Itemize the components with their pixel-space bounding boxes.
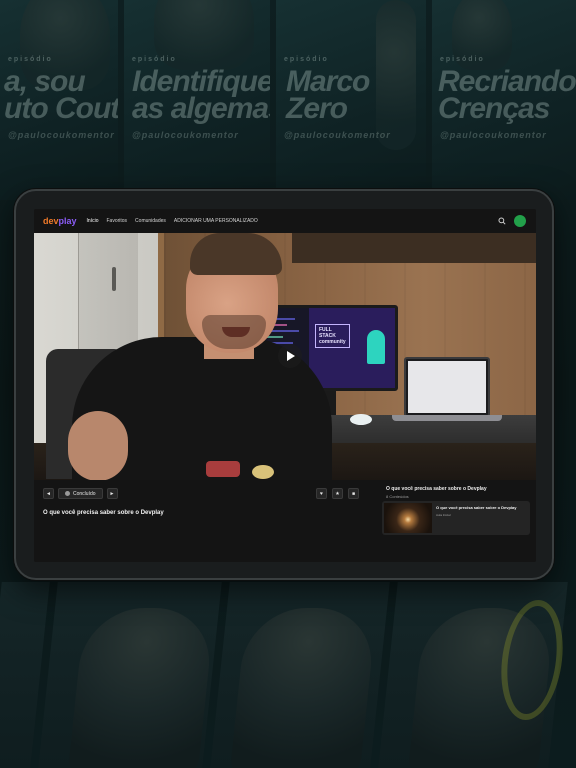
video-scene-laptop <box>404 357 490 417</box>
user-avatar[interactable] <box>514 215 526 227</box>
promo-thumb: episódio Identifique as algemas @pauloco… <box>124 0 270 200</box>
shirt-print-badge <box>252 465 274 479</box>
search-icon[interactable] <box>498 217 506 225</box>
mark-done-button[interactable]: Concluído <box>58 488 103 499</box>
check-circle-icon <box>65 491 70 496</box>
promo-thumbnails-bottom <box>0 582 576 768</box>
promo-kicker: episódio <box>132 56 177 63</box>
promo-thumb <box>38 582 222 768</box>
lesson-controls: ◄ Concluído ► <box>43 488 118 499</box>
promo-title: a, sou uto Couto <box>4 65 118 125</box>
app-screen: devplay Início Favoritos Comunidades ADI… <box>34 209 536 562</box>
promo-thumb: episódio a, sou uto Couto @paulocoukomen… <box>0 0 118 200</box>
promo-handle: @paulocoukomentor <box>132 130 239 140</box>
promo-handle: @paulocoukomentor <box>440 130 547 140</box>
playlist-item-title: O que você precisa saber sobre o Devplay <box>436 505 517 510</box>
video-scene-shelf <box>292 233 536 263</box>
promo-kicker: episódio <box>284 56 329 63</box>
promo-handle: @paulocoukomentor <box>284 130 391 140</box>
promo-thumb: episódio Recriando Crenças @paulocoukome… <box>432 0 576 200</box>
playlist-item[interactable]: O que você precisa saber sobre o Devplay… <box>382 501 530 535</box>
playlist-item-thumbnail <box>384 503 432 533</box>
video-scene-laptop-base <box>392 415 502 421</box>
promo-thumb: episódio Marco Zero @paulocoukomentor <box>276 0 426 200</box>
favorite-heart-icon[interactable]: ♥ <box>316 488 327 499</box>
stop-icon[interactable]: ■ <box>348 488 359 499</box>
promo-title: Recriando Crenças <box>438 65 576 125</box>
top-navbar: devplay Início Favoritos Comunidades ADI… <box>34 209 536 233</box>
nav-item-adicionar[interactable]: ADICIONAR UMA PERSONALIZADO <box>174 218 258 224</box>
promo-title: Marco Zero <box>286 65 370 125</box>
promo-thumb <box>210 582 390 768</box>
promo-handle: @paulocoukomentor <box>8 130 115 140</box>
video-scene-handle <box>112 267 116 291</box>
playlist-item-tag: Aula Inicial <box>436 513 451 517</box>
next-lesson-button[interactable]: ► <box>106 488 118 499</box>
playlist-title: O que você precisa saber sobre o Devplay <box>386 486 487 492</box>
logo-play-text: play <box>58 216 77 226</box>
shirt-print <box>206 461 240 477</box>
video-player[interactable]: FULL STACK community <box>34 233 536 480</box>
play-icon <box>287 351 295 361</box>
promo-title: Identifique as algemas <box>132 65 270 125</box>
devplay-logo[interactable]: devplay <box>43 216 77 226</box>
video-scene-mouse <box>350 414 372 425</box>
app-store-screenshot: episódio a, sou uto Couto @paulocoukomen… <box>0 0 576 768</box>
monitor-tag: FULL STACK community <box>315 324 350 348</box>
lesson-actions: ♥ ★ ■ <box>316 488 359 499</box>
playlist-count: 8 Conteúdos <box>386 494 409 499</box>
promo-kicker: episódio <box>440 56 485 63</box>
nav-item-favoritos[interactable]: Favoritos <box>106 218 127 224</box>
star-icon[interactable]: ★ <box>332 488 343 499</box>
tablet-frame: devplay Início Favoritos Comunidades ADI… <box>14 189 554 580</box>
prev-lesson-button[interactable]: ◄ <box>43 488 54 499</box>
mark-done-label: Concluído <box>73 490 96 497</box>
lesson-area: ◄ Concluído ► ♥ ★ ■ O que você precisa s… <box>34 480 536 562</box>
promo-kicker: episódio <box>8 56 53 63</box>
presenter-hair <box>190 233 282 275</box>
play-button[interactable] <box>278 344 302 368</box>
nav-item-inicio[interactable]: Início <box>87 218 99 224</box>
logo-dev-text: dev <box>43 216 59 226</box>
presenter-arm <box>68 411 128 480</box>
promo-thumbnails-top: episódio a, sou uto Couto @paulocoukomen… <box>0 0 576 200</box>
nav-item-comunidades[interactable]: Comunidades <box>135 218 166 224</box>
video-title: O que você precisa saber sobre o Devplay <box>43 510 164 516</box>
